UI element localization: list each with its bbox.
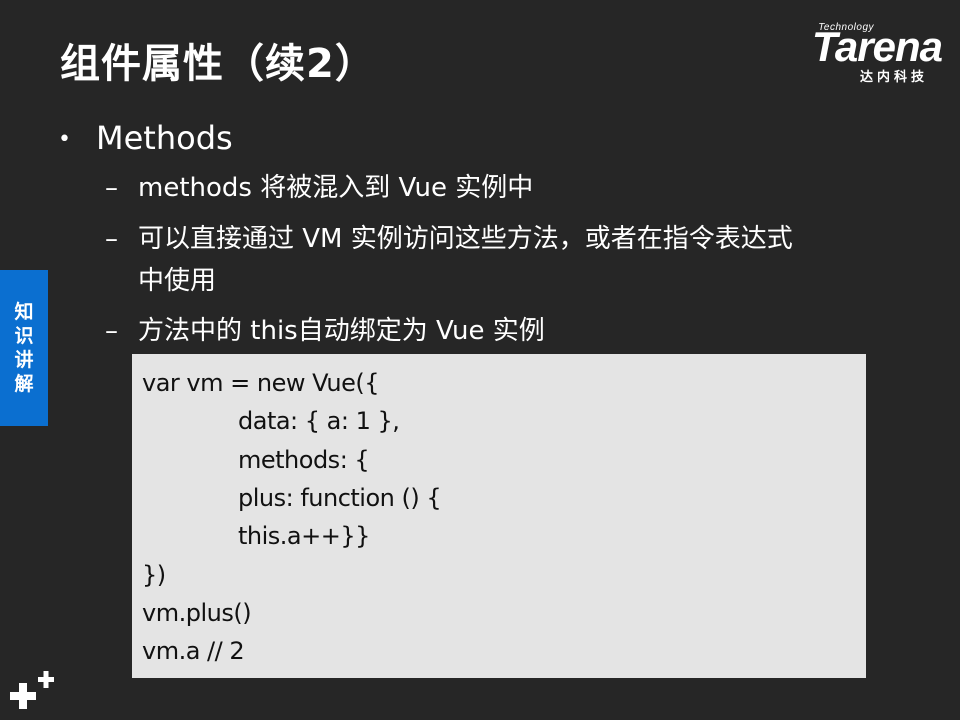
- side-tab-char: 解: [14, 373, 34, 395]
- sub-item-text: 中使用: [138, 266, 217, 296]
- sub-item-text: 可以直接通过 VM 实例访问这些方法，或者在指令表达式: [138, 224, 793, 254]
- bullet-methods: • Methods: [58, 116, 233, 162]
- dash-marker: –: [105, 173, 118, 203]
- code-line: methods: {: [238, 446, 370, 474]
- code-line: this.a++}}: [238, 522, 370, 550]
- logo-chinese: 达内科技: [859, 70, 928, 85]
- code-line: }): [142, 561, 166, 589]
- side-tab-char: 识: [14, 325, 34, 347]
- side-tab-char: 知: [14, 301, 34, 323]
- slide: 组件属性（续2） Technology Tarena 达内科技 知 识 讲 解 …: [0, 0, 960, 720]
- code-line: data: { a: 1 },: [238, 407, 400, 435]
- bullet-text: Methods: [96, 119, 233, 157]
- knowledge-tab: 知 识 讲 解: [0, 270, 48, 426]
- tarena-logo: Technology Tarena 达内科技: [772, 22, 943, 85]
- side-tab-char: 讲: [14, 349, 34, 371]
- bullet-marker: •: [58, 127, 71, 152]
- logo-brand: Tarena: [811, 23, 943, 70]
- sub-item-text: methods 将被混入到 Vue 实例中: [138, 173, 534, 203]
- sub-item-text: 方法中的 this自动绑定为 Vue 实例: [138, 316, 545, 346]
- dash-marker: –: [105, 224, 118, 254]
- code-line: var vm = new Vue({: [142, 369, 380, 397]
- dash-marker: –: [105, 316, 118, 346]
- code-line: vm.plus(): [142, 599, 252, 627]
- plus-cluster-icon: [10, 671, 54, 709]
- code-block: var vm = new Vue({ data: { a: 1 }, metho…: [132, 354, 866, 678]
- slide-title: 组件属性（续2）: [60, 41, 376, 87]
- code-line: plus: function () {: [238, 484, 442, 512]
- code-line: vm.a // 2: [142, 637, 245, 665]
